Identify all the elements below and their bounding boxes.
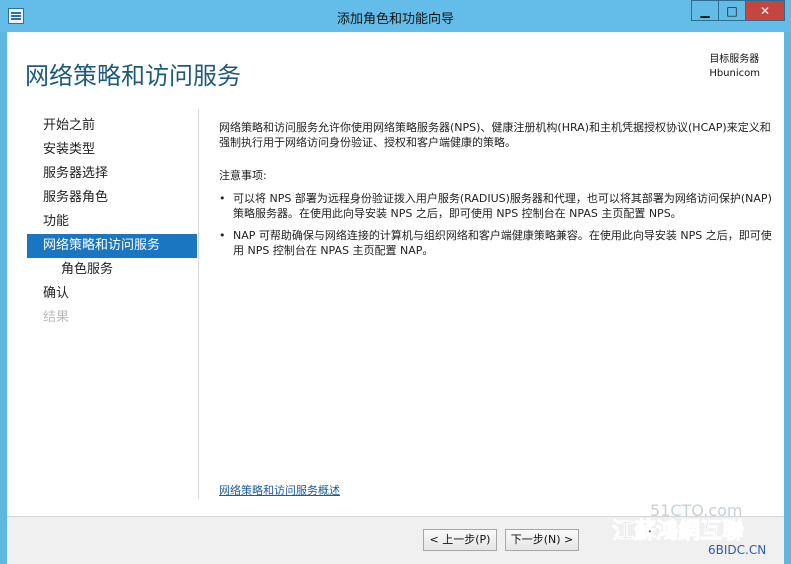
- target-server-name: Hbunicom: [709, 68, 760, 79]
- close-button[interactable]: ✕: [745, 0, 785, 21]
- nav-item-before-you-begin[interactable]: 开始之前: [27, 114, 197, 138]
- nav-item-npas[interactable]: 网络策略和访问服务: [27, 234, 197, 258]
- watermark-line-2: 江蘇鴻網互聯: [612, 518, 744, 544]
- note-bullet: 可以将 NPS 部署为远程身份验证拨入用户服务(RADIUS)服务器和代理，也可…: [219, 191, 774, 221]
- maximize-button[interactable]: □: [718, 0, 746, 21]
- nav-item-installation-type[interactable]: 安装类型: [27, 138, 197, 162]
- nav-item-role-services[interactable]: 角色服务: [27, 258, 197, 282]
- main-panel: 网络策略和访问服务允许你使用网络策略服务器(NPS)、健康注册机构(HRA)和主…: [219, 120, 774, 265]
- nav-item-features[interactable]: 功能: [27, 210, 197, 234]
- watermark-line-3: 6BIDC.CN: [708, 543, 766, 557]
- wizard-nav: 开始之前 安装类型 服务器选择 服务器角色 功能 网络策略和访问服务 角色服务 …: [27, 114, 197, 330]
- minimize-button[interactable]: ▁: [691, 0, 719, 21]
- nav-item-server-roles[interactable]: 服务器角色: [27, 186, 197, 210]
- page-title: 网络策略和访问服务: [25, 62, 241, 90]
- watermark-logo: 51CTO.com 江蘇鴻網互聯 6BIDC.CN: [612, 501, 766, 557]
- wizard-content: 网络策略和访问服务 目标服务器 Hbunicom 开始之前 安装类型 服务器选择…: [7, 32, 784, 516]
- nav-item-confirmation[interactable]: 确认: [27, 282, 197, 306]
- notes-title: 注意事项:: [219, 169, 267, 182]
- window-title: 添加角色和功能向导: [336, 12, 454, 27]
- npas-overview-link[interactable]: 网络策略和访问服务概述: [219, 482, 340, 498]
- watermark-line-1: 51CTO.com: [650, 501, 743, 520]
- wizard-window: 添加角色和功能向导 ▁ □ ✕ 网络策略和访问服务 目标服务器 Hbunicom…: [0, 0, 791, 564]
- note-bullet: NAP 可帮助确保与网络连接的计算机与组织网络和客户端健康策略兼容。在使用此向导…: [219, 228, 774, 258]
- vertical-divider: [198, 110, 199, 498]
- previous-button[interactable]: < 上一步(P): [423, 529, 497, 551]
- next-button[interactable]: 下一步(N) >: [505, 529, 579, 551]
- target-server-block: 目标服务器 Hbunicom: [709, 53, 760, 81]
- nav-item-results: 结果: [43, 310, 70, 325]
- title-bar: 添加角色和功能向导 ▁ □ ✕: [0, 0, 791, 32]
- intro-text: 网络策略和访问服务允许你使用网络策略服务器(NPS)、健康注册机构(HRA)和主…: [219, 121, 771, 149]
- target-server-label: 目标服务器: [709, 54, 760, 65]
- nav-item-server-selection[interactable]: 服务器选择: [27, 162, 197, 186]
